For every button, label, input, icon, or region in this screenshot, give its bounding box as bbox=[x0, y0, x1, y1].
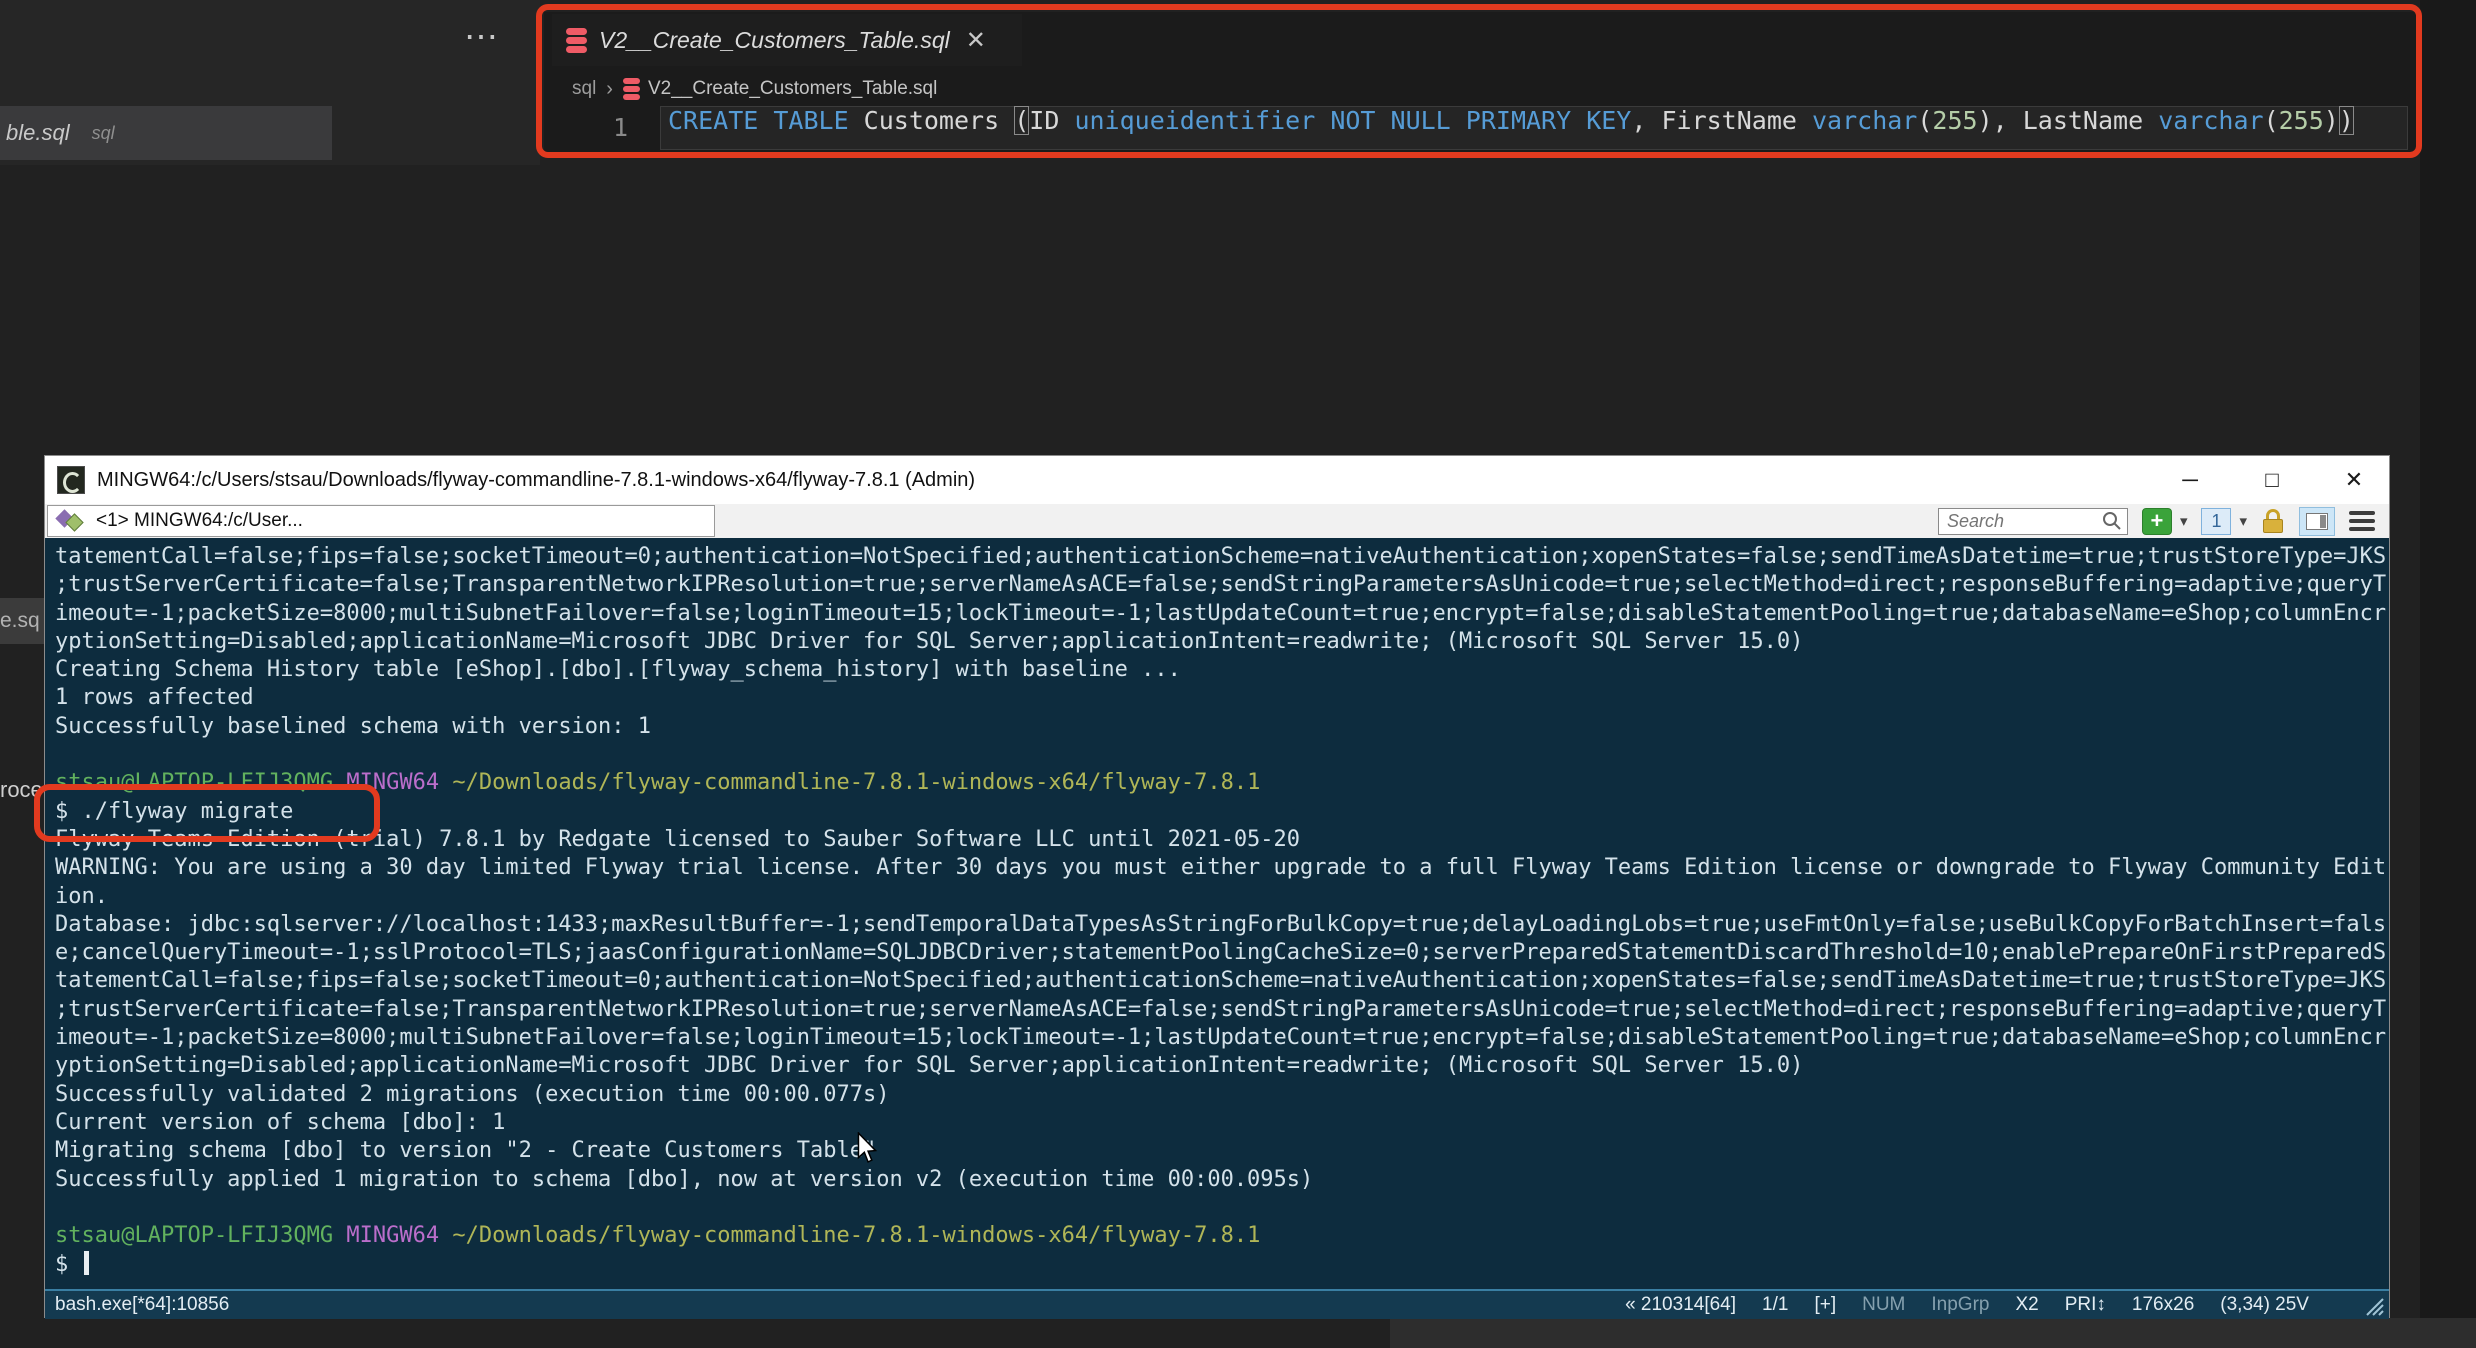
layout-toggle-button[interactable] bbox=[2299, 506, 2335, 536]
editor-code-area[interactable]: 1 CREATE TABLE Customers (ID uniqueident… bbox=[544, 106, 2416, 150]
search-input[interactable] bbox=[1938, 510, 2101, 532]
line-number: 1 bbox=[612, 113, 628, 142]
terminal-line: tatementCall=false;fips=false;socketTime… bbox=[55, 968, 2387, 994]
terminal-title-bar[interactable]: MINGW64:/c/Users/stsau/Downloads/flyway-… bbox=[45, 456, 2389, 504]
terminal-tab-label: <1> MINGW64:/c/User... bbox=[96, 510, 303, 531]
search-box bbox=[1937, 507, 2128, 535]
status-indicators: « 210314[64] 1/1 [+] NUM InpGrp X2 PRI↕ 176x26 (… bbox=[1625, 1294, 2309, 1316]
background-text-fragment: e.sq bbox=[0, 598, 46, 644]
terminal-cursor bbox=[83, 1251, 89, 1276]
background-language-label: sql bbox=[91, 122, 115, 143]
terminal-line: imeout=-1;packetSize=8000;multiSubnetFai… bbox=[55, 600, 2387, 626]
database-icon bbox=[622, 77, 640, 101]
status-indicator: [+] bbox=[1814, 1294, 1837, 1315]
terminal-line: Current version of schema [dbo]: 1 bbox=[55, 1109, 506, 1135]
window-list-button[interactable]: 1 bbox=[2201, 507, 2232, 535]
search-icon bbox=[2102, 512, 2121, 530]
menu-icon[interactable] bbox=[2349, 511, 2375, 531]
breadcrumb: sql › V2__Create_Customers_Table.sql bbox=[572, 74, 937, 104]
resize-grip[interactable] bbox=[2359, 1291, 2385, 1317]
terminal-line: tatementCall=false;fips=false;socketTime… bbox=[55, 544, 2387, 569]
terminal-output[interactable]: tatementCall=false;fips=false;socketTime… bbox=[45, 538, 2389, 1289]
lock-icon[interactable] bbox=[2261, 508, 2285, 535]
status-indicator: « 210314[64] bbox=[1625, 1294, 1737, 1315]
more-actions-icon[interactable]: ⋯ bbox=[454, 14, 510, 60]
editor-tab[interactable]: V2__Create_Customers_Table.sql ✕ bbox=[552, 14, 1022, 66]
background-open-editor-item[interactable]: ble.sql sql bbox=[0, 106, 332, 160]
status-indicator: 176x26 bbox=[2131, 1294, 2195, 1315]
terminal-line: $ bbox=[55, 1251, 2389, 1279]
mouse-cursor bbox=[857, 1132, 878, 1163]
minimize-button[interactable]: ─ bbox=[2175, 467, 2205, 493]
terminal-line: yptionSetting=Disabled;applicationName=M… bbox=[55, 1053, 1804, 1079]
status-indicator: X2 bbox=[2015, 1294, 2039, 1315]
terminal-line: ;trustServerCertificate=false;Transparen… bbox=[55, 996, 2387, 1022]
terminal-tab[interactable]: <1> MINGW64:/c/User... bbox=[47, 505, 715, 537]
terminal-line: WARNING: You are using a 30 day limited … bbox=[55, 855, 2387, 881]
maximize-button[interactable]: □ bbox=[2257, 467, 2287, 493]
editor-region: V2__Create_Customers_Table.sql ✕ sql › V… bbox=[544, 12, 2416, 152]
chevron-down-icon[interactable]: ▾ bbox=[2239, 512, 2247, 530]
chevron-down-icon[interactable]: ▾ bbox=[2180, 512, 2188, 530]
terminal-line: stsau@LAPTOP-LFIJ3QMG MINGW64 ~/Download… bbox=[55, 1223, 1261, 1249]
terminal-status-bar: bash.exe[*64]:10856 « 210314[64] 1/1 [+] NU… bbox=[45, 1289, 2389, 1319]
status-indicator: PRI↕ bbox=[2064, 1294, 2106, 1315]
terminal-line: stsau@LAPTOP-LFIJ3QMG MINGW64 ~/Download… bbox=[55, 770, 1261, 796]
editor-tab-filename: V2__Create_Customers_Table.sql bbox=[599, 26, 950, 53]
terminal-line: 1 rows affected bbox=[55, 685, 254, 711]
background-filename: ble.sql bbox=[6, 120, 70, 145]
chevron-right-icon: › bbox=[606, 77, 613, 100]
terminal-line: Creating Schema History table [eShop].[d… bbox=[55, 657, 1181, 683]
breadcrumb-filename[interactable]: V2__Create_Customers_Table.sql bbox=[648, 78, 937, 100]
terminal-line: ;trustServerCertificate=false;Transparen… bbox=[55, 572, 2387, 598]
terminal-line: Flyway Teams Edition (trial) 7.8.1 by Re… bbox=[55, 826, 1301, 852]
status-indicator: InpGrp bbox=[1931, 1294, 1990, 1315]
terminal-line: ion. bbox=[55, 883, 108, 909]
status-indicator: 1/1 bbox=[1762, 1294, 1789, 1315]
msys-icon bbox=[55, 508, 86, 534]
terminal-line: Database: jdbc:sqlserver://localhost:143… bbox=[55, 911, 2387, 937]
screen: ble.sql sql e.sq roce ⋯ V2__Create_Custo… bbox=[0, 0, 2476, 1348]
code-line-content: CREATE TABLE Customers (ID uniqueidentif… bbox=[668, 106, 2354, 135]
background-strip bbox=[1390, 1318, 2476, 1348]
status-indicator: NUM bbox=[1862, 1294, 1906, 1315]
terminal-line: $ ./flyway migrate bbox=[55, 798, 294, 824]
mintty-app-icon bbox=[57, 466, 85, 494]
new-tab-button[interactable]: + bbox=[2141, 507, 2172, 535]
database-icon bbox=[566, 27, 587, 54]
terminal-toolbar: <1> MINGW64:/c/User... + ▾ 1 ▾ bbox=[45, 504, 2389, 538]
status-process-label: bash.exe[*64]:10856 bbox=[55, 1294, 230, 1315]
terminal-line: e;cancelQueryTimeout=-1;sslProtocol=TLS;… bbox=[55, 940, 2387, 966]
terminal-line: Successfully baselined schema with versi… bbox=[55, 713, 652, 739]
terminal-window: MINGW64:/c/Users/stsau/Downloads/flyway-… bbox=[44, 455, 2390, 1319]
close-icon[interactable]: ✕ bbox=[966, 26, 986, 55]
terminal-line: Migrating schema [dbo] to version "2 - C… bbox=[55, 1138, 877, 1164]
terminal-line: yptionSetting=Disabled;applicationName=M… bbox=[55, 628, 1804, 654]
close-button[interactable]: ✕ bbox=[2339, 467, 2369, 493]
status-indicator: (3,34) 25V bbox=[2220, 1294, 2309, 1315]
background-strip bbox=[2420, 0, 2476, 1348]
terminal-line: Successfully applied 1 migration to sche… bbox=[55, 1166, 1314, 1192]
terminal-line: Successfully validated 2 migrations (exe… bbox=[55, 1081, 890, 1107]
breadcrumb-folder[interactable]: sql bbox=[572, 78, 596, 100]
terminal-window-title: MINGW64:/c/Users/stsau/Downloads/flyway-… bbox=[97, 468, 976, 491]
background-text-fragment: roce bbox=[0, 777, 43, 802]
terminal-line: imeout=-1;packetSize=8000;multiSubnetFai… bbox=[55, 1025, 2387, 1051]
